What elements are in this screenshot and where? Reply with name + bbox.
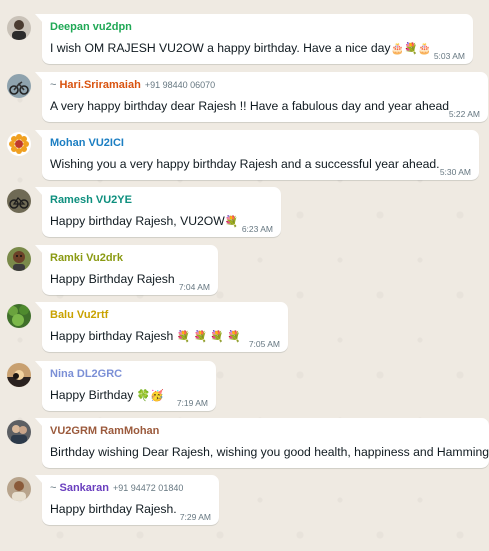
message-bubble[interactable]: Ramki Vu2drk Happy Birthday Rajesh 7:04 … (35, 245, 218, 295)
message-bubble[interactable]: Nina DL2GRC Happy Birthday 🍀🥳 7:19 AM (35, 361, 216, 411)
sender-phone: +91 94472 01840 (113, 483, 184, 493)
message-text: Happy Birthday 🍀🥳 (50, 388, 165, 402)
sender-name[interactable]: Deepan vu2dpn (50, 21, 132, 33)
message-time: 5:03 AM (433, 51, 465, 61)
message-text: Happy Birthday Rajesh (50, 272, 175, 286)
message-text: Happy birthday Rajesh. (50, 502, 177, 516)
sender-name[interactable]: VU2GRM RamMohan (50, 425, 159, 437)
sender-name[interactable]: ~ Sankaran +91 94472 01840 (50, 482, 183, 494)
avatar[interactable] (7, 132, 31, 156)
message-bubble[interactable]: Deepan vu2dpn I wish OM RAJESH VU2OW a h… (35, 14, 473, 64)
message-text: Happy birthday Rajesh, VU2OW💐 (50, 214, 239, 228)
sender-name[interactable]: Ramki Vu2drk (50, 252, 123, 264)
message-text: I wish OM RAJESH VU2OW a happy birthday.… (50, 41, 432, 55)
message-text: A very happy birthday dear Rajesh !! Hav… (50, 99, 450, 113)
avatar[interactable] (7, 247, 31, 271)
message-time: 6:23 AM (241, 224, 273, 234)
message-time: 7:19 AM (176, 398, 208, 408)
message-bubble[interactable]: Ramesh VU2YE Happy birthday Rajesh, VU2O… (35, 187, 281, 237)
message-time: 7:04 AM (178, 282, 210, 292)
sender-phone: +91 98440 06070 (144, 80, 216, 90)
message-time: 7:05 AM (248, 339, 280, 349)
message-time: 5:22 AM (448, 109, 480, 119)
message-bubble[interactable]: VU2GRM RamMohan Birthday wishing Dear Ra… (35, 418, 489, 468)
sender-name[interactable]: Mohan VU2ICI (50, 137, 124, 149)
emoji: 💐 💐 💐 💐 (176, 331, 241, 343)
message-time: 5:30 AM (439, 167, 471, 177)
avatar[interactable] (7, 477, 31, 501)
avatar[interactable] (7, 74, 31, 98)
avatar[interactable] (7, 420, 31, 444)
sender-name[interactable]: ~ Hari.Sriramaiah +91 98440 06070 (50, 79, 215, 91)
sender-name[interactable]: Nina DL2GRC (50, 368, 122, 380)
message-text: Wishing you a very happy birthday Rajesh… (50, 157, 440, 171)
message-bubble[interactable]: Mohan VU2ICI Wishing you a very happy bi… (35, 130, 479, 180)
avatar[interactable] (7, 304, 31, 328)
message-bubble[interactable]: ~ Hari.Sriramaiah +91 98440 06070 A very … (35, 72, 488, 122)
avatar[interactable] (7, 189, 31, 213)
avatar[interactable] (7, 16, 31, 40)
emoji: 🍀🥳 (136, 390, 165, 402)
sender-name[interactable]: Balu Vu2rtf (50, 309, 108, 321)
message-time: 7:29 AM (179, 512, 211, 522)
message-bubble[interactable]: Balu Vu2rtf Happy birthday Rajesh 💐 💐 💐 … (35, 302, 288, 352)
message-bubble[interactable]: ~ Sankaran +91 94472 01840 Happy birthday… (35, 475, 219, 525)
avatar[interactable] (7, 363, 31, 387)
message-text: Happy birthday Rajesh 💐 💐 💐 💐 (50, 329, 241, 343)
sender-name[interactable]: Ramesh VU2YE (50, 194, 132, 206)
emoji: 💐 (224, 216, 239, 228)
emoji: 🎂💐🎂 (390, 43, 432, 55)
message-text: Birthday wishing Dear Rajesh, wishing yo… (50, 445, 489, 459)
